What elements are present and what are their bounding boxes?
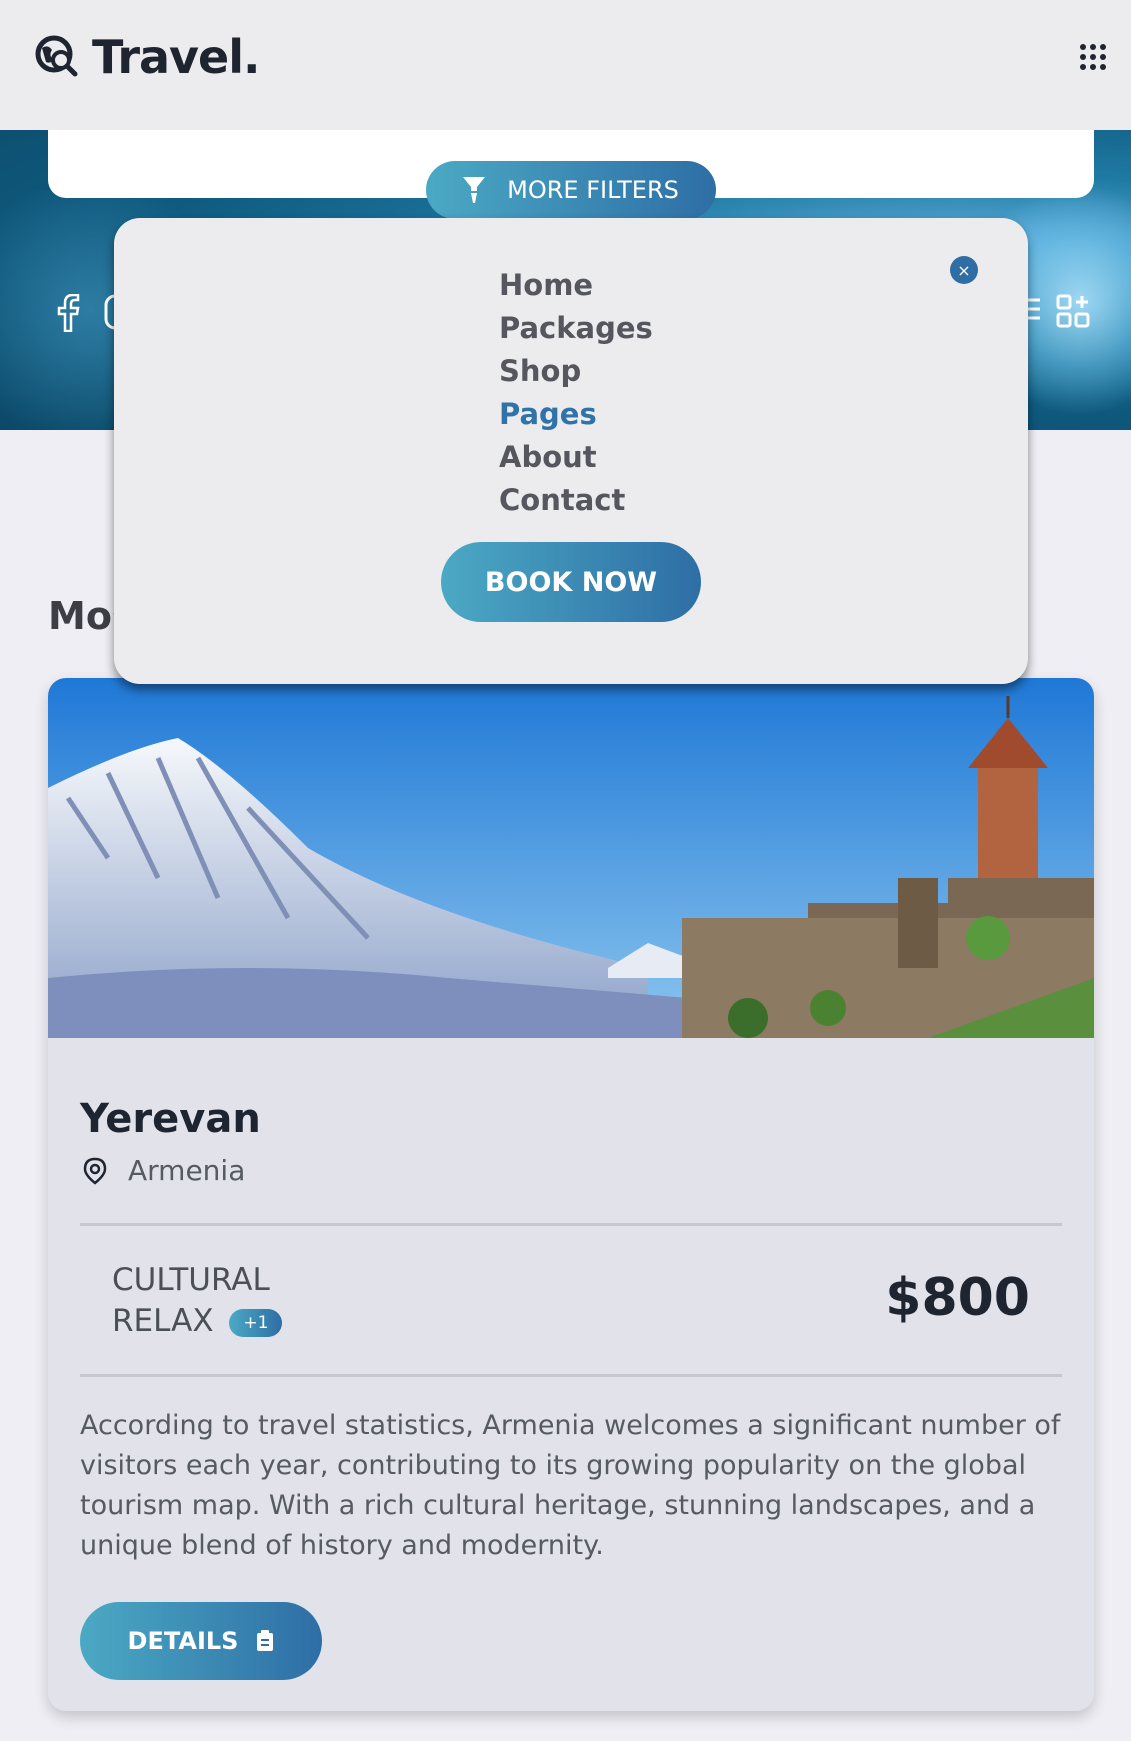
nav-item-packages[interactable]: Packages — [499, 307, 653, 350]
details-button[interactable]: DETAILS — [80, 1602, 322, 1680]
divider-top — [80, 1223, 1062, 1226]
nav-item-contact[interactable]: Contact — [499, 479, 653, 522]
nav-menu-list: Home Packages Shop Pages About Contact — [499, 264, 653, 522]
tag-cultural: CULTURAL — [112, 1262, 270, 1298]
trip-tags: CULTURAL RELAX +1 — [112, 1260, 283, 1342]
more-filters-label: MORE FILTERS — [507, 176, 679, 204]
nav-item-shop[interactable]: Shop — [499, 350, 653, 393]
destination-card: Yerevan Armenia CULTURAL RELAX +1 $800 A… — [48, 678, 1094, 1711]
tag-relax: RELAX — [112, 1303, 214, 1339]
nav-item-pages[interactable]: Pages — [499, 393, 653, 436]
top-header: Travel. — [0, 0, 1131, 130]
destination-description: According to travel statistics, Armenia … — [80, 1410, 1061, 1561]
trip-price: $800 — [885, 1268, 1030, 1328]
close-icon[interactable]: × — [950, 256, 978, 284]
book-now-button[interactable]: BOOK NOW — [441, 542, 701, 622]
divider-bottom — [80, 1374, 1062, 1377]
more-filters-button[interactable]: MORE FILTERS — [426, 161, 716, 219]
globe-search-icon — [35, 35, 78, 77]
add-apps-icon[interactable] — [1056, 294, 1090, 328]
brand-name: Travel. — [92, 30, 260, 84]
destination-city: Yerevan — [80, 1096, 261, 1142]
grid-menu-icon[interactable] — [1080, 44, 1106, 70]
destination-country: Armenia — [128, 1154, 246, 1187]
destination-photo — [48, 678, 1094, 1038]
facebook-icon[interactable] — [56, 294, 80, 332]
details-label: DETAILS — [127, 1627, 239, 1655]
destination-location: Armenia — [82, 1154, 245, 1187]
clipboard-icon — [257, 1630, 274, 1651]
more-tags-badge[interactable]: +1 — [229, 1308, 283, 1337]
nav-item-home[interactable]: Home — [499, 264, 653, 307]
funnel-icon — [463, 177, 486, 203]
nav-item-about[interactable]: About — [499, 436, 653, 479]
navigation-popup: × Home Packages Shop Pages About Contact… — [114, 218, 1028, 684]
brand-logo[interactable]: Travel. — [34, 30, 260, 84]
map-pin-icon — [83, 1157, 107, 1185]
